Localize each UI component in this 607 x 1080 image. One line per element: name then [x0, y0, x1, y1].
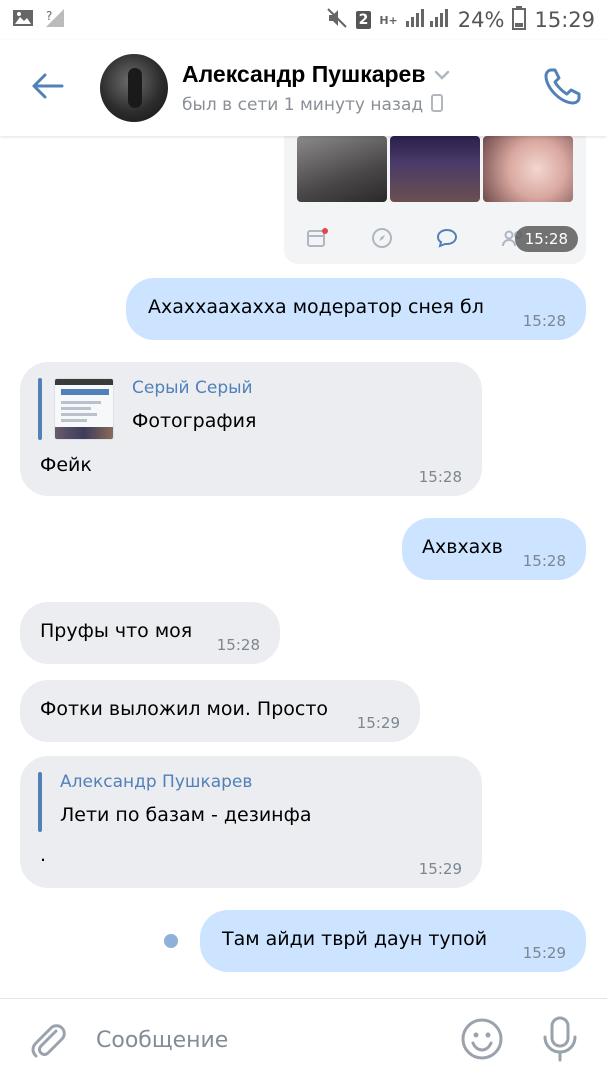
attach-button[interactable]: [26, 1019, 68, 1061]
status-left: ?: [12, 7, 68, 34]
signal-strength-icon: [405, 7, 450, 34]
post-photo-3[interactable]: [483, 136, 573, 202]
reply-text: Лети по базам - дезинфа: [60, 804, 312, 826]
svg-text:?: ?: [46, 9, 52, 23]
avatar[interactable]: [100, 54, 168, 122]
microphone-icon: [540, 1016, 580, 1067]
voice-record-button[interactable]: [540, 1015, 580, 1063]
message-bubble-outgoing[interactable]: Там айди тврй даун тупой 15:29: [200, 910, 586, 972]
gallery-notification-icon: [12, 8, 34, 33]
message-time: 15:28: [522, 552, 566, 570]
mobile-online-icon: [431, 93, 444, 116]
chat-area[interactable]: 15:28 Ахаххаахахха модератор снея бл 15:…: [0, 136, 607, 998]
message-bubble-incoming[interactable]: Серый Серый Фотография Фейк 15:28: [20, 362, 482, 496]
reply-bar: [38, 772, 42, 832]
post-photo-1[interactable]: [297, 136, 387, 202]
battery-icon: [512, 5, 527, 35]
message-time: 15:28: [418, 468, 462, 486]
message-text: Ахвхахв: [422, 536, 503, 558]
message-text: Ахаххаахахха модератор снея бл: [148, 296, 484, 318]
shared-post-card[interactable]: 15:28: [284, 136, 586, 264]
news-icon: [306, 228, 328, 248]
reply-thumbnail[interactable]: [54, 378, 114, 440]
reply-author[interactable]: Серый Серый: [132, 378, 253, 398]
message-text: Фотки выложил мои. Просто: [40, 698, 329, 720]
message-text: Там айди тврй даун тупой: [222, 928, 488, 950]
phone-icon: [539, 68, 585, 114]
smile-icon: [460, 1018, 504, 1065]
message-time: 15:29: [356, 714, 400, 732]
call-button[interactable]: [539, 64, 585, 110]
message-text: Пруфы что моя: [40, 620, 193, 642]
contact-info[interactable]: Александр Пушкарев был в сети 1 минуту н…: [182, 61, 450, 116]
message-time: 15:28: [216, 636, 260, 654]
messages-icon: [436, 227, 458, 249]
message-composer: [0, 998, 607, 1080]
message-text: Фейк: [40, 454, 92, 476]
message-bubble-outgoing[interactable]: Ахаххаахахха модератор снея бл 15:28: [126, 278, 586, 340]
battery-percent: 24%: [457, 8, 505, 32]
discover-icon: [371, 227, 393, 249]
sim-badge: 2: [355, 11, 372, 29]
back-arrow-icon: [31, 72, 65, 104]
contact-status: был в сети 1 минуту назад: [182, 94, 424, 115]
message-time: 15:29: [418, 860, 462, 878]
paperclip-icon: [26, 1024, 68, 1065]
chevron-down-icon: [434, 65, 450, 84]
unread-indicator: [164, 934, 178, 948]
reply-text: Фотография: [132, 410, 257, 432]
message-time: 15:28: [522, 312, 566, 330]
contact-name: Александр Пушкарев: [182, 60, 426, 87]
message-bubble-incoming[interactable]: Александр Пушкарев Лети по базам - дезин…: [20, 756, 482, 888]
reply-author[interactable]: Александр Пушкарев: [60, 772, 252, 792]
message-bubble-incoming[interactable]: Пруфы что моя 15:28: [20, 602, 280, 664]
message-time: 15:29: [522, 944, 566, 962]
message-input[interactable]: [96, 1017, 436, 1063]
no-signal-icon: ?: [44, 7, 68, 34]
back-button[interactable]: [18, 58, 78, 118]
status-bar: ? 2 H+ 24% 15:29: [0, 0, 607, 40]
message-bubble-incoming[interactable]: Фотки выложил мои. Просто 15:29: [20, 680, 420, 742]
reply-bar: [38, 378, 42, 440]
status-right: 2 H+ 24% 15:29: [326, 5, 595, 35]
mute-icon: [326, 7, 348, 34]
clock: 15:29: [534, 8, 595, 32]
post-photo-2[interactable]: [390, 136, 480, 202]
network-type: H+: [379, 13, 398, 27]
message-bubble-outgoing[interactable]: Ахвхахв 15:28: [402, 518, 586, 580]
chat-header: Александр Пушкарев был в сети 1 минуту н…: [0, 40, 607, 136]
emoji-button[interactable]: [460, 1017, 504, 1061]
message-text: .: [40, 844, 47, 866]
shared-post-time: 15:28: [514, 226, 578, 252]
